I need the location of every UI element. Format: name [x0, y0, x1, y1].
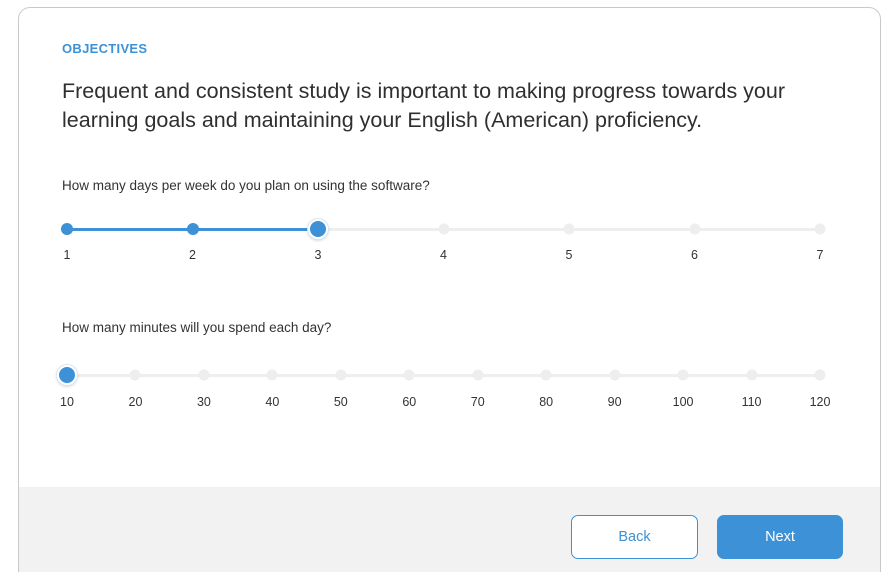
- minutes-step-80[interactable]: [540, 369, 552, 381]
- minutes-step-70[interactable]: [472, 369, 484, 381]
- footer-bar: Back Next: [19, 487, 880, 572]
- minutes-handle[interactable]: [57, 365, 77, 385]
- minutes-step-30[interactable]: [198, 369, 210, 381]
- minutes-step-100[interactable]: [677, 369, 689, 381]
- minutes-step-50[interactable]: [335, 369, 347, 381]
- minutes-tick-label: 70: [470, 395, 485, 409]
- minutes-tick-label: 50: [333, 395, 348, 409]
- minutes-step-20[interactable]: [129, 369, 141, 381]
- minutes-tick-label: 40: [265, 395, 280, 409]
- minutes-tick-label: 80: [539, 395, 554, 409]
- minutes-step-110[interactable]: [746, 369, 758, 381]
- minutes-tick-label: 100: [672, 395, 694, 409]
- minutes-tick-label: 60: [402, 395, 417, 409]
- minutes-track[interactable]: [67, 373, 820, 377]
- objectives-card: OBJECTIVES Frequent and consistent study…: [18, 7, 881, 572]
- back-button[interactable]: Back: [571, 515, 698, 559]
- minutes-step-60[interactable]: [403, 369, 415, 381]
- minutes-tick-label: 90: [607, 395, 622, 409]
- minutes-step-40[interactable]: [266, 369, 278, 381]
- minutes-tick-label: 30: [196, 395, 211, 409]
- minutes-step-90[interactable]: [609, 369, 621, 381]
- minutes-step-120[interactable]: [814, 369, 826, 381]
- minutes-tick-label: 110: [741, 395, 762, 409]
- minutes-tick-label: 120: [809, 395, 831, 409]
- minutes-tick-label: 20: [128, 395, 143, 409]
- next-button[interactable]: Next: [717, 515, 843, 559]
- minutes-tick-label: 10: [60, 395, 74, 409]
